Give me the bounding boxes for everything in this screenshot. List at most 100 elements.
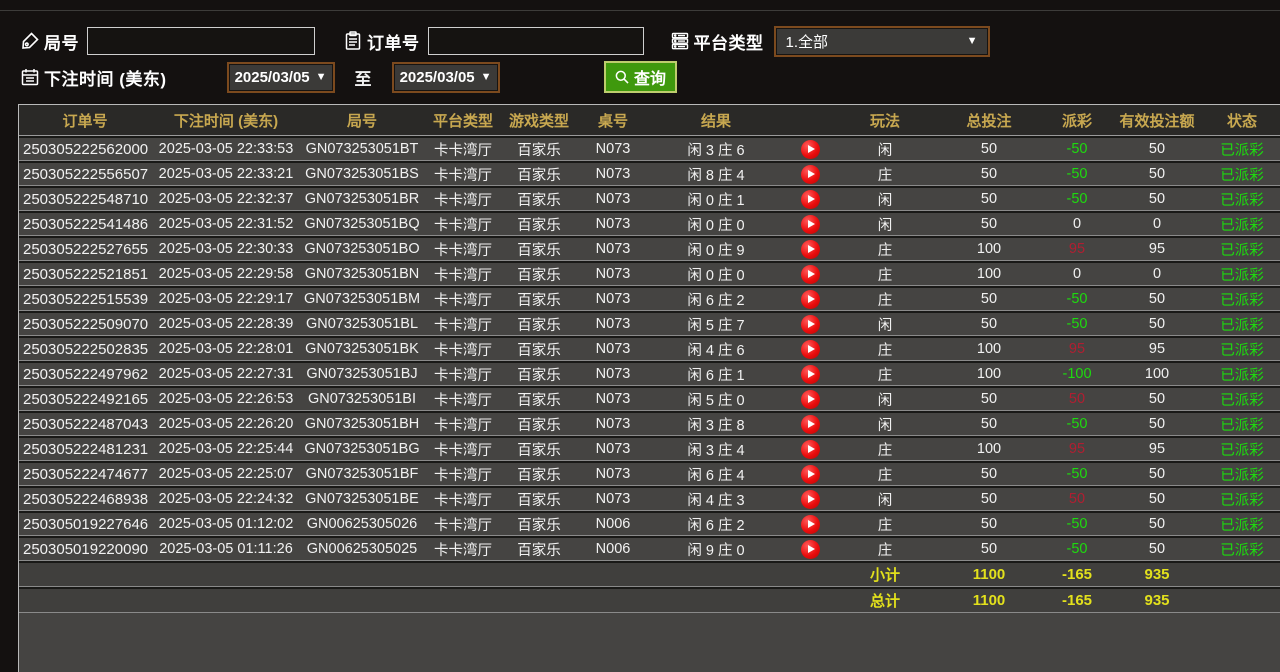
cell-result: 闲 4 庄 3 [651,486,781,511]
cell-table-no: N073 [575,311,651,336]
tag-icon [20,31,40,51]
cell-total-bet: 100 [931,261,1047,286]
chevron-down-icon: ▼ [967,35,978,47]
cell-total-bet: 50 [931,161,1047,186]
play-video-icon[interactable] [801,290,820,309]
cell-valid-bet: 50 [1107,486,1207,511]
grand-total-payout: -165 [1047,587,1107,613]
play-video-icon[interactable] [801,140,820,159]
cell-replay [781,536,839,561]
play-video-icon[interactable] [801,390,820,409]
cell-total-bet: 50 [931,186,1047,211]
cell-play-type: 庄 [839,261,931,286]
cell-bet-time: 2025-03-05 22:26:53 [151,386,301,411]
play-video-icon[interactable] [801,265,820,284]
cell-table-no: N073 [575,186,651,211]
cell-result: 闲 6 庄 4 [651,461,781,486]
cell-order-no: 250305019227646 [19,511,151,536]
subtotal-total-bet: 1100 [931,561,1047,587]
cell-status: 已派彩 [1207,511,1277,536]
cell-payout: -50 [1047,411,1107,436]
cell-total-bet: 100 [931,336,1047,361]
play-video-icon[interactable] [801,515,820,534]
cell-game-type: 百家乐 [503,161,575,186]
col-platform-type: 平台类型 [423,105,503,136]
cell-valid-bet: 0 [1107,261,1207,286]
cell-play-type: 庄 [839,286,931,311]
cell-result: 闲 8 庄 4 [651,161,781,186]
cell-valid-bet: 95 [1107,436,1207,461]
cell-game-type: 百家乐 [503,261,575,286]
play-video-icon[interactable] [801,340,820,359]
cell-status: 已派彩 [1207,261,1277,286]
cell-replay [781,436,839,461]
subtotal-status-spacer [1207,561,1277,587]
play-video-icon[interactable] [801,190,820,209]
cell-valid-bet: 50 [1107,161,1207,186]
play-video-icon[interactable] [801,215,820,234]
platform-type-select[interactable]: 1.全部 ▼ [774,26,990,57]
table-row: 2503052225565072025-03-05 22:33:21GN0732… [19,161,1280,186]
cell-status: 已派彩 [1207,386,1277,411]
cell-platform: 卡卡湾厅 [423,486,503,511]
cell-valid-bet: 95 [1107,336,1207,361]
cell-replay [781,336,839,361]
play-video-icon[interactable] [801,440,820,459]
cell-game-type: 百家乐 [503,186,575,211]
table-row: 2503052225414862025-03-05 22:31:52GN0732… [19,211,1280,236]
cell-order-no: 250305222502835 [19,336,151,361]
cell-platform: 卡卡湾厅 [423,436,503,461]
cell-game-no: GN073253051BJ [301,361,423,386]
table-row: 2503052225090702025-03-05 22:28:39GN0732… [19,311,1280,336]
cell-payout: 0 [1047,211,1107,236]
search-icon [614,69,631,86]
cell-bet-time: 2025-03-05 22:31:52 [151,211,301,236]
play-video-icon[interactable] [801,490,820,509]
subtotal-payout: -165 [1047,561,1107,587]
order-no-input[interactable] [428,27,644,55]
cell-game-no: GN00625305026 [301,511,423,536]
cell-game-type: 百家乐 [503,286,575,311]
table-row: 2503052224746772025-03-05 22:25:07GN0732… [19,461,1280,486]
play-video-icon[interactable] [801,240,820,259]
cell-replay [781,511,839,536]
date-from-select[interactable]: 2025/03/05 ▼ [227,62,335,93]
play-video-icon[interactable] [801,415,820,434]
cell-replay [781,261,839,286]
cell-platform: 卡卡湾厅 [423,136,503,161]
table-row: 2503052224812312025-03-05 22:25:44GN0732… [19,436,1280,461]
cell-bet-time: 2025-03-05 22:28:01 [151,336,301,361]
play-video-icon[interactable] [801,540,820,559]
cell-game-no: GN073253051BG [301,436,423,461]
col-valid-bet: 有效投注额 [1107,105,1207,136]
cell-status: 已派彩 [1207,336,1277,361]
play-video-icon[interactable] [801,465,820,484]
date-to-select[interactable]: 2025/03/05 ▼ [392,62,500,93]
cell-payout: -50 [1047,536,1107,561]
play-video-icon[interactable] [801,165,820,184]
cell-result: 闲 6 庄 1 [651,361,781,386]
play-video-icon[interactable] [801,315,820,334]
table-row: 2503052225028352025-03-05 22:28:01GN0732… [19,336,1280,361]
cell-table-no: N073 [575,161,651,186]
cell-result: 闲 3 庄 6 [651,136,781,161]
cell-game-no: GN073253051BE [301,486,423,511]
game-no-input[interactable] [87,27,315,55]
cell-total-bet: 50 [931,286,1047,311]
search-button-label: 查询 [634,65,666,89]
cell-bet-time: 2025-03-05 22:26:20 [151,411,301,436]
cell-play-type: 闲 [839,486,931,511]
table-row: 2503052225155392025-03-05 22:29:17GN0732… [19,286,1280,311]
cell-total-bet: 50 [931,536,1047,561]
subtotal-valid-bet: 935 [1107,561,1207,587]
calendar-icon [20,67,40,87]
cell-game-type: 百家乐 [503,536,575,561]
bet-time-label: 下注时间 (美东) [44,65,167,90]
clipboard-icon [343,31,363,51]
search-button[interactable]: 查询 [604,61,677,93]
cell-game-no: GN073253051BQ [301,211,423,236]
cell-replay [781,461,839,486]
cell-total-bet: 50 [931,511,1047,536]
play-video-icon[interactable] [801,365,820,384]
cell-order-no: 250305222556507 [19,161,151,186]
